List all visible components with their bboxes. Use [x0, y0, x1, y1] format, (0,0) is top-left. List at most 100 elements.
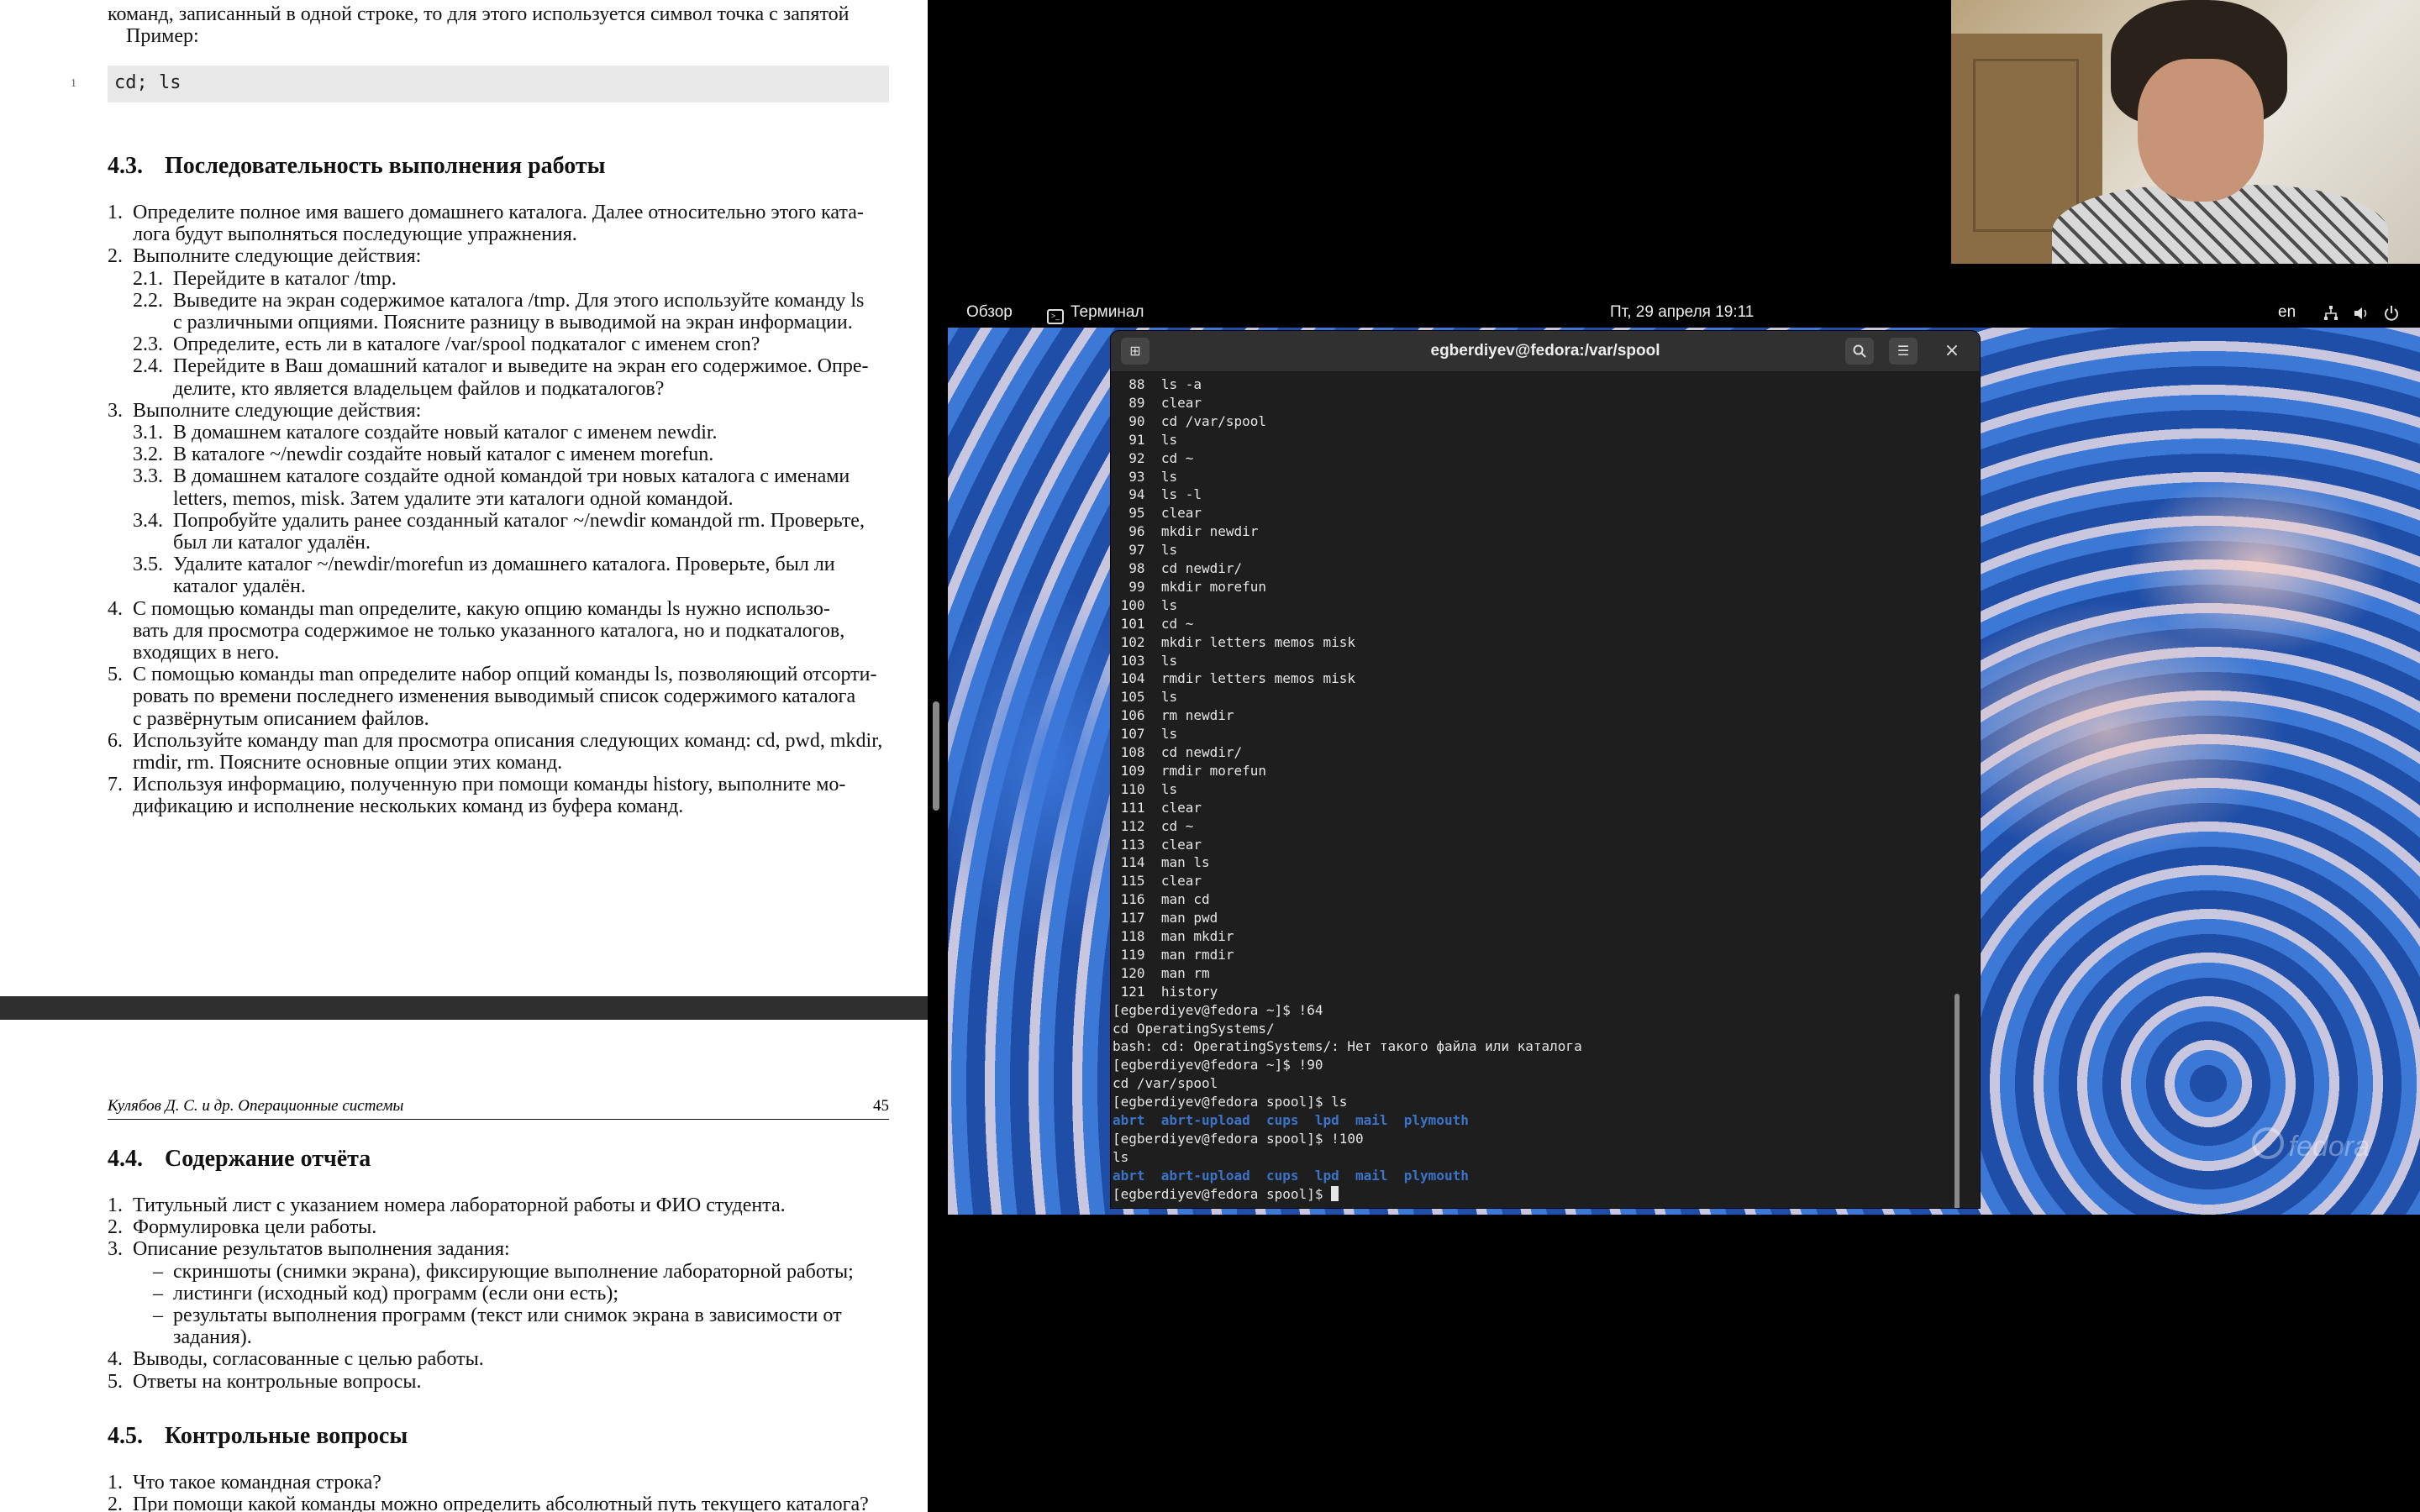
document-page: команд, записанный в одной строке, то дл… [0, 0, 928, 996]
history-number: 105 [1120, 689, 1145, 706]
new-tab-button[interactable]: ⊞ [1121, 338, 1150, 365]
list-text: входящих в него. [133, 642, 280, 664]
section-heading-4-4: 4.4. Содержание отчёта [108, 1146, 371, 1173]
history-line: 106 rm newdir [1113, 706, 1234, 725]
fedora-logo-icon [2251, 1127, 2284, 1159]
history-command: clear [1160, 836, 1202, 853]
list-number: 3.4. [133, 509, 163, 532]
list-number: 6. [108, 729, 123, 752]
code-line-number: 1 [71, 77, 76, 90]
list-number: 2.3. [133, 333, 163, 356]
list-text: Используйте команду man для просмотра оп… [133, 729, 883, 752]
menu-button[interactable]: ☰ [1889, 338, 1918, 365]
list-text: Описание результатов выполнения задания: [133, 1238, 510, 1261]
history-line: 97 ls [1113, 541, 1177, 559]
history-line: 108 cd newdir/ [1113, 743, 1243, 762]
command-prompt[interactable]: [egberdiyev@fedora spool]$ [1113, 1185, 1339, 1204]
new-tab-icon: ⊞ [1129, 343, 1141, 359]
history-line: 107 ls [1113, 725, 1177, 743]
terminal-window[interactable]: egberdiyev@fedora:/var/spool ⊞ ☰ × 88 ls… [1111, 331, 1980, 1208]
history-command: man rm [1160, 964, 1210, 981]
terminal-header-bar[interactable]: egberdiyev@fedora:/var/spool ⊞ ☰ × [1111, 331, 1980, 372]
keyboard-layout-indicator[interactable]: en [2278, 303, 2296, 322]
history-number: 107 [1120, 726, 1145, 743]
terminal-icon: >_ [1047, 309, 1064, 324]
section-number: 4.5. [108, 1423, 143, 1449]
history-line: 110 ls [1113, 780, 1177, 799]
history-command: clear [1160, 799, 1202, 816]
list-text: задания). [173, 1326, 252, 1349]
running-head: Кулябов Д. С. и др. Операционные системы… [108, 1097, 889, 1120]
page-separator [0, 996, 928, 1020]
list-text: с развёрнутым описанием файлов. [133, 707, 429, 730]
history-line: 118 man mkdir [1113, 927, 1234, 946]
history-number: 118 [1120, 928, 1145, 944]
list-number: 3.3. [133, 465, 163, 488]
section-title: Последовательность выполнения работы [165, 153, 606, 179]
app-menu[interactable]: >_ Терминал [1047, 303, 1144, 324]
list-number: 7. [108, 774, 123, 796]
list-number: 3. [108, 1238, 123, 1261]
history-number: 121 [1120, 983, 1145, 1000]
list-text: Выводы, согласованные с целью работы. [133, 1348, 484, 1371]
history-command: rmdir morefun [1160, 762, 1267, 779]
history-number: 106 [1120, 707, 1145, 724]
network-icon[interactable] [2323, 305, 2339, 322]
list-text: дификацию и исполнение нескольких команд… [133, 795, 684, 818]
list-text: Титульный лист с указанием номера лабора… [133, 1194, 786, 1216]
list-text: Выведите на экран содержимое каталога /t… [173, 289, 865, 312]
history-number: 115 [1120, 873, 1145, 890]
list-number: 5. [108, 664, 123, 686]
history-line: 112 cd ~ [1113, 817, 1194, 836]
pdf-document[interactable]: команд, записанный в одной строке, то дл… [0, 0, 928, 1512]
terminal-output[interactable]: 88 ls -a 89 clear 90 cd /var/spool 91 ls… [1111, 372, 1965, 1208]
activities-button[interactable]: Обзор [966, 303, 1013, 322]
list-text: rmdir, rm. Поясните основные опции этих … [133, 752, 563, 774]
history-number: 98 [1120, 560, 1145, 576]
history-number: 88 [1120, 376, 1145, 392]
person-face [2138, 59, 2264, 202]
section-number: 4.3. [108, 153, 143, 179]
search-button[interactable] [1845, 338, 1874, 365]
list-number: 1. [108, 202, 123, 223]
history-number: 116 [1120, 891, 1145, 908]
history-number: 90 [1120, 412, 1145, 429]
clock[interactable]: Пт, 29 апреля 19:11 [1610, 303, 1754, 322]
list-text: С помощью команды man определите, какую … [133, 597, 830, 620]
close-button[interactable]: × [1938, 338, 1966, 365]
directory-listing: abrt abrt-upload cups lpd mail plymouth [1113, 1167, 1469, 1184]
power-icon[interactable] [2383, 305, 2400, 322]
history-number: 100 [1120, 596, 1145, 613]
history-line: 90 cd /var/spool [1113, 412, 1266, 431]
list-text: ровать по времени последнего изменения в… [133, 685, 856, 708]
list-text: Перейдите в каталог /tmp. [173, 267, 397, 290]
history-number: 114 [1120, 854, 1145, 871]
list-text: делите, кто является владельцем файлов и… [173, 377, 665, 400]
list-text: лога будут выполняться последующие упраж… [133, 223, 577, 246]
history-command: ls [1160, 542, 1178, 559]
history-number: 108 [1120, 744, 1145, 760]
list-text: Определите, есть ли в каталоге /var/spoo… [173, 333, 760, 356]
history-line: 100 ls [1113, 596, 1177, 615]
history-command: man pwd [1160, 910, 1218, 927]
history-line: 104 rmdir letters memos misk [1113, 669, 1355, 688]
volume-icon[interactable] [2353, 305, 2370, 322]
history-command: clear [1160, 394, 1202, 411]
history-line: 92 cd ~ [1113, 449, 1193, 468]
running-head-text: Кулябов Д. С. и др. Операционные системы [108, 1097, 404, 1115]
history-line: 93 ls [1113, 468, 1177, 486]
history-line: 102 mkdir letters memos misk [1113, 633, 1355, 652]
history-number: 120 [1120, 964, 1145, 981]
history-number: 103 [1120, 652, 1145, 669]
history-line: 94 ls -l [1113, 486, 1202, 504]
list-number: 2.4. [133, 355, 163, 378]
history-command: cd /var/spool [1160, 412, 1267, 429]
section-title: Контрольные вопросы [165, 1423, 408, 1449]
history-command: ls [1160, 596, 1178, 613]
section-title: Содержание отчёта [165, 1146, 371, 1172]
terminal-scrollbar[interactable] [1954, 994, 1960, 1208]
list-text: letters, memos, misk. Затем удалите эти … [173, 487, 734, 510]
history-number: 102 [1120, 633, 1145, 650]
document-scrollbar[interactable] [933, 701, 939, 811]
history-line: 121 history [1113, 983, 1218, 1001]
